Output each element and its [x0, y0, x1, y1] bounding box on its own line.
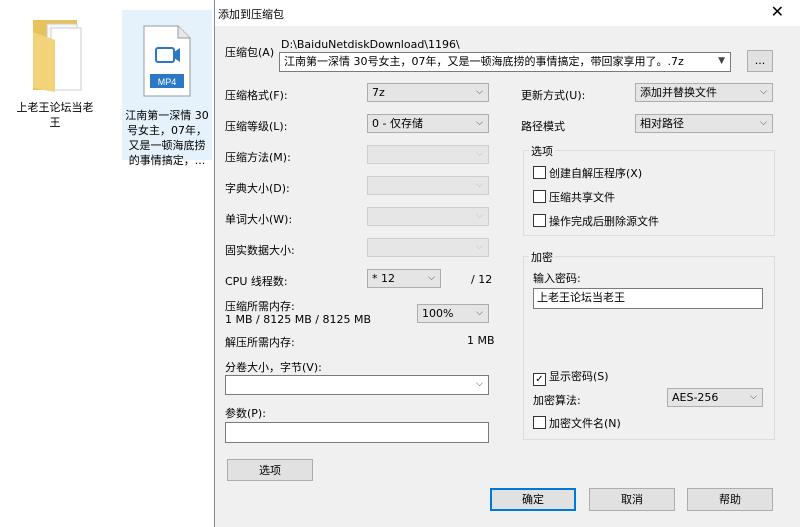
add-to-archive-dialog: 添加到压缩包 ✕ 压缩包(A) D:\BaiduNetdiskDownload\… [214, 0, 800, 527]
dialog-title: 添加到压缩包 [218, 8, 284, 21]
options-group-title: 选项 [529, 143, 555, 159]
password-label: 输入密码: [533, 272, 581, 285]
format-label: 压缩格式(F): [225, 89, 288, 102]
checkbox-box[interactable] [533, 416, 546, 429]
chevron-down-icon: ⌵ [760, 118, 767, 128]
dict-select: ⌵ [367, 176, 489, 195]
shared-label: 压缩共享文件 [549, 191, 615, 204]
show-password-checkbox[interactable]: ✓ 显示密码(S) [533, 368, 609, 386]
chevron-down-icon[interactable]: ▼ [718, 53, 725, 70]
chevron-down-icon: ⌵ [476, 379, 483, 389]
delete-label: 操作完成后删除源文件 [549, 215, 659, 228]
title-bar: 添加到压缩包 ✕ [215, 0, 800, 26]
chevron-down-icon: ⌵ [476, 242, 483, 252]
chevron-down-icon: ⌵ [476, 149, 483, 159]
params-input[interactable] [225, 422, 489, 443]
desktop-folder[interactable]: 上老王论坛当老 王 [10, 10, 100, 130]
archive-name-combo[interactable]: 江南第一深情 30号女主，07年，又是一顿海底捞的事情搞定，带回家享用了。.7z… [279, 52, 731, 72]
enc-method-select[interactable]: AES-256 ⌵ [667, 388, 763, 407]
pathmode-value: 相对路径 [640, 117, 684, 130]
format-value: 7z [372, 86, 385, 99]
enc-method-label: 加密算法: [533, 394, 581, 407]
split-label: 分卷大小，字节(V): [225, 361, 322, 374]
chevron-down-icon: ⌵ [476, 211, 483, 221]
solid-label: 固实数据大小: [225, 244, 295, 257]
solid-select: ⌵ [367, 238, 489, 257]
enc-method-value: AES-256 [672, 391, 719, 404]
chevron-down-icon: ⌵ [476, 308, 483, 318]
cancel-button[interactable]: 取消 [589, 488, 675, 511]
cpu-value: * 12 [372, 272, 395, 285]
word-select: ⌵ [367, 207, 489, 226]
chevron-down-icon: ⌵ [760, 87, 767, 97]
mp4-file-icon: MP4 [143, 25, 191, 97]
checkbox-box[interactable] [533, 190, 546, 203]
close-icon[interactable]: ✕ [771, 2, 784, 21]
archive-path: D:\BaiduNetdiskDownload\1196\ [281, 38, 460, 51]
cpu-total: / 12 [471, 273, 493, 286]
split-combo[interactable]: ⌵ [225, 375, 489, 395]
cpu-select[interactable]: * 12 ⌵ [367, 269, 441, 288]
mem-percent-select[interactable]: 100% ⌵ [417, 304, 489, 323]
chevron-down-icon: ⌵ [428, 273, 435, 283]
method-label: 压缩方法(M): [225, 151, 291, 164]
format-select[interactable]: 7z ⌵ [367, 83, 489, 102]
video-file-label: 江南第一深情 30 号女主，07年， 又是一顿海底捞 的事情搞定，... [125, 109, 209, 167]
password-input[interactable]: 上老王论坛当老王 [533, 288, 763, 309]
params-label: 参数(P): [225, 407, 266, 420]
checkbox-box[interactable] [533, 166, 546, 179]
level-label: 压缩等级(L): [225, 120, 288, 133]
dict-label: 字典大小(D): [225, 182, 290, 195]
show-password-label: 显示密码(S) [549, 370, 609, 383]
update-label: 更新方式(U): [521, 89, 586, 102]
chevron-down-icon: ⌵ [750, 392, 757, 402]
options-button[interactable]: 选项 [227, 459, 313, 481]
ok-button[interactable]: 确定 [490, 488, 576, 511]
checkbox-box[interactable] [533, 214, 546, 227]
sfx-label: 创建自解压程序(X) [549, 167, 643, 180]
method-select: ⌵ [367, 145, 489, 164]
level-select[interactable]: 0 - 仅存储 ⌵ [367, 114, 489, 133]
mem-decomp-value: 1 MB [467, 334, 495, 347]
chevron-down-icon: ⌵ [476, 118, 483, 128]
cpu-label: CPU 线程数: [225, 275, 288, 288]
mem-comp-value: 1 MB / 8125 MB / 8125 MB [225, 313, 371, 326]
pathmode-select[interactable]: 相对路径 ⌵ [635, 114, 773, 133]
archive-name-value: 江南第一深情 30号女主，07年，又是一顿海底捞的事情搞定，带回家享用了。.7z [284, 55, 684, 68]
mem-percent-value: 100% [422, 307, 454, 320]
svg-text:MP4: MP4 [158, 77, 177, 87]
delete-checkbox[interactable]: 操作完成后删除源文件 [533, 213, 659, 229]
level-value: 0 - 仅存储 [372, 117, 423, 130]
enc-names-checkbox[interactable]: 加密文件名(N) [533, 415, 621, 431]
mem-decomp-label: 解压所需内存: [225, 336, 295, 349]
desktop-video-file[interactable]: MP4 江南第一深情 30 号女主，07年， 又是一顿海底捞 的事情搞定，... [122, 10, 212, 167]
check-icon[interactable]: ✓ [533, 373, 546, 386]
update-select[interactable]: 添加并替换文件 ⌵ [635, 83, 773, 102]
enc-names-label: 加密文件名(N) [549, 417, 621, 430]
help-button[interactable]: 帮助 [687, 488, 773, 511]
update-value: 添加并替换文件 [640, 86, 717, 99]
folder-label: 上老王论坛当老 王 [16, 101, 94, 129]
chevron-down-icon: ⌵ [476, 87, 483, 97]
sfx-checkbox[interactable]: 创建自解压程序(X) [533, 165, 642, 181]
shared-checkbox[interactable]: 压缩共享文件 [533, 189, 615, 205]
pathmode-label: 路径模式 [521, 120, 565, 133]
browse-button[interactable]: ... [747, 50, 773, 72]
mem-comp-label: 压缩所需内存: [225, 300, 295, 313]
word-label: 单词大小(W): [225, 213, 293, 226]
folder-icon [33, 20, 82, 92]
encrypt-group-title: 加密 [529, 249, 555, 265]
archive-label: 压缩包(A) [225, 46, 275, 59]
chevron-down-icon: ⌵ [476, 180, 483, 190]
